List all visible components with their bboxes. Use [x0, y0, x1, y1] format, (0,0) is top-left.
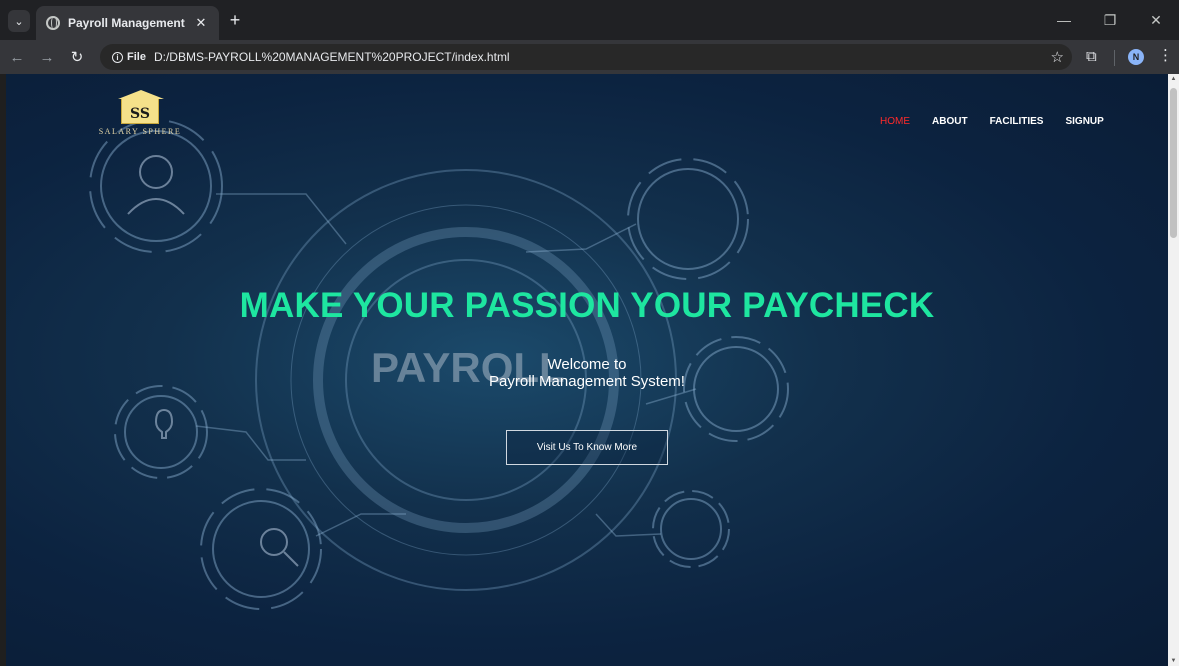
welcome-line-1: Welcome to: [547, 356, 627, 373]
nav-about[interactable]: ABOUT: [932, 116, 968, 127]
welcome-text: Welcome to Payroll Management System!: [6, 356, 1168, 390]
scroll-down-arrow-icon[interactable]: ▼: [1170, 658, 1177, 664]
tab-title: Payroll Management: [68, 16, 185, 30]
extensions-puzzle-icon[interactable]: ⧉: [1086, 48, 1097, 65]
page-scrollbar[interactable]: ▲ ▼: [1168, 74, 1179, 666]
forward-arrow-icon[interactable]: →: [34, 44, 60, 70]
browser-toolbar: ← → ↻ i File D:/DBMS-PAYROLL%20MANAGEMEN…: [0, 40, 1179, 74]
logo-mark: SS: [118, 90, 164, 124]
profile-avatar[interactable]: N: [1128, 49, 1144, 65]
restore-icon[interactable]: ❐: [1087, 0, 1133, 40]
close-window-icon[interactable]: ✕: [1133, 0, 1179, 40]
scroll-up-arrow-icon[interactable]: ▲: [1170, 76, 1177, 82]
back-arrow-icon[interactable]: ←: [4, 44, 30, 70]
kebab-menu-icon[interactable]: ⋮: [1158, 46, 1173, 64]
scrollbar-thumb[interactable]: [1170, 88, 1177, 238]
tab-strip: ⌄ Payroll Management ✕ + — ❐ ✕: [0, 0, 1179, 40]
info-icon: i: [112, 51, 123, 63]
visit-us-button[interactable]: Visit Us To Know More: [506, 430, 668, 465]
nav-facilities[interactable]: FACILITIES: [990, 116, 1044, 127]
toolbar-divider: [1114, 50, 1115, 66]
url-chip-label: File: [127, 51, 146, 63]
hero-headline: MAKE YOUR PASSION YOUR PAYCHECK: [239, 286, 935, 325]
nav-home[interactable]: HOME: [880, 116, 910, 127]
main-nav: HOME ABOUT FACILITIES SIGNUP: [880, 116, 1126, 127]
url-text: D:/DBMS-PAYROLL%20MANAGEMENT%20PROJECT/i…: [153, 50, 510, 64]
active-tab[interactable]: Payroll Management ✕: [36, 6, 219, 40]
site-info-chip[interactable]: i File: [106, 47, 152, 67]
salary-sphere-logo[interactable]: SS SALARY SPHERE: [90, 90, 190, 136]
tab-search-button[interactable]: ⌄: [8, 10, 30, 32]
nav-signup[interactable]: SIGNUP: [1065, 116, 1103, 127]
logo-text: SALARY SPHERE: [98, 127, 182, 136]
address-bar[interactable]: i File D:/DBMS-PAYROLL%20MANAGEMENT%20PR…: [100, 44, 1072, 70]
globe-icon: [46, 16, 60, 30]
bookmark-star-icon[interactable]: ☆: [1051, 48, 1064, 66]
minimize-icon[interactable]: —: [1041, 0, 1087, 40]
new-tab-button[interactable]: +: [225, 10, 245, 31]
welcome-line-2: Payroll Management System!: [489, 373, 685, 390]
window-controls: — ❐ ✕: [1041, 0, 1179, 40]
close-tab-icon[interactable]: ✕: [193, 15, 209, 31]
reload-icon[interactable]: ↻: [64, 44, 90, 70]
hero-section: PAYROLL SS SALARY SPHERE HOME ABOUT FACI…: [6, 74, 1168, 666]
